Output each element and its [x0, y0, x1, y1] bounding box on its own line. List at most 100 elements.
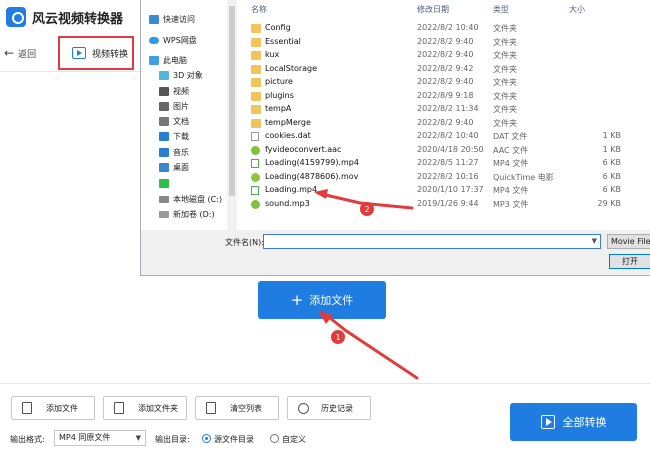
- nav-item-music[interactable]: 音乐: [159, 145, 189, 159]
- file-date: 2022/8/2 9:40: [417, 117, 474, 127]
- tab-video-convert[interactable]: 视频转换: [58, 36, 134, 70]
- file-name: cookies.dat: [265, 131, 311, 140]
- file-name: fyvideoconvert.aac: [265, 144, 342, 154]
- file-date: 2022/8/2 10:40: [417, 23, 479, 32]
- nav-item-pictures[interactable]: 图片: [159, 99, 189, 113]
- file-size: 1 KB: [602, 131, 621, 140]
- file-row[interactable]: tempA 2022/8/2 11:34 文件夹: [237, 103, 650, 117]
- toolbar-label: 添加文件: [46, 403, 78, 413]
- nav-item-videos[interactable]: 视频: [159, 84, 189, 98]
- add-file-button[interactable]: + 添加文件: [258, 281, 386, 319]
- radio-source-dir-label: 源文件目录: [214, 435, 254, 444]
- radio-custom-dir[interactable]: [270, 434, 279, 443]
- file-name: tempMerge: [265, 117, 311, 127]
- nav-item-3d-objects[interactable]: 3D 对象: [159, 68, 203, 82]
- nav-item-label: 图片: [173, 101, 189, 111]
- file-date: 2022/8/2 10:40: [417, 131, 479, 140]
- play-icon: [540, 415, 555, 429]
- toolbar-label: 历史记录: [321, 403, 353, 413]
- nav-item-desktop[interactable]: 桌面: [159, 160, 189, 174]
- disk-icon: [159, 195, 169, 203]
- file-type: 文件夹: [493, 51, 517, 60]
- trash-icon: [206, 402, 216, 414]
- toolbar-add-file-button[interactable]: 添加文件: [11, 396, 95, 420]
- app-name: 风云视频转换器: [32, 11, 124, 27]
- column-header-date[interactable]: 修改日期: [417, 4, 449, 15]
- computer-icon: [149, 55, 159, 65]
- column-header-name[interactable]: 名称: [251, 4, 267, 15]
- file-date: 2022/8/2 9:40: [417, 77, 474, 86]
- file-row[interactable]: Loading.mp4 2020/1/10 17:37 MP4 文件 6 KB: [237, 184, 650, 198]
- file-row[interactable]: sound.mp3 2019/1/26 9:44 MP3 文件 29 KB: [237, 198, 650, 212]
- folder-file-icon: [114, 402, 124, 414]
- file-date: 2022/8/5 11:27: [417, 158, 479, 167]
- file-date: 2020/4/18 20:50: [417, 144, 484, 154]
- output-format-select[interactable]: MP4 同原文件 ▼: [54, 430, 146, 446]
- nav-item-volume-d[interactable]: 新加卷 (D:): [159, 207, 215, 221]
- back-button[interactable]: ← 返回: [4, 46, 36, 60]
- file-row[interactable]: LocalStorage 2022/8/2 9:42 文件夹: [237, 63, 650, 77]
- file-type-filter[interactable]: Movie Files: [607, 234, 650, 249]
- nav-item-label: 3D 对象: [173, 70, 203, 80]
- nav-item-label: 本地磁盘 (C:): [173, 194, 223, 204]
- folder-icon: [251, 118, 261, 128]
- file-type: 文件夹: [493, 118, 517, 128]
- nav-item-quick-access[interactable]: 快速访问: [149, 12, 195, 26]
- clock-icon: [298, 402, 309, 414]
- file-row[interactable]: Loading(4878606).mov 2022/8/2 10:16 QuickT…: [237, 171, 650, 185]
- nav-item-label: 文档: [173, 116, 189, 126]
- nav-item-green-app[interactable]: [159, 176, 173, 190]
- nav-scrollbar-thumb[interactable]: [229, 6, 235, 196]
- nav-item-local-disk-c[interactable]: 本地磁盘 (C:): [159, 192, 222, 206]
- column-header-type[interactable]: 类型: [493, 4, 509, 15]
- cloud-icon: [149, 36, 159, 44]
- file-icon: [251, 132, 259, 141]
- nav-item-label: 视频: [173, 86, 189, 96]
- filename-input[interactable]: ▼: [263, 234, 601, 249]
- convert-all-button[interactable]: 全部转换: [510, 403, 637, 441]
- chevron-down-icon[interactable]: ▼: [592, 237, 597, 245]
- file-row[interactable]: Config 2022/8/2 10:40 文件夹: [237, 22, 650, 36]
- app-title-bar: 风云视频转换器: [0, 0, 140, 34]
- nav-item-this-pc[interactable]: 此电脑: [149, 53, 187, 67]
- quicktime-file-icon: [251, 172, 260, 182]
- file-date: 2022/8/2 10:16: [417, 171, 479, 181]
- file-row[interactable]: fyvideoconvert.aac 2020/4/18 20:50 AAC 文件 1…: [237, 144, 650, 158]
- toolbar-history-button[interactable]: 历史记录: [287, 396, 371, 420]
- nav-item-downloads[interactable]: 下载: [159, 129, 189, 143]
- folder-icon: [251, 78, 261, 87]
- folder-icon: [251, 51, 261, 60]
- chevron-down-icon: ▼: [135, 434, 141, 442]
- file-date: 2022/8/2 9:40: [417, 50, 474, 59]
- file-row[interactable]: plugins 2022/8/9 9:18 文件夹: [237, 90, 650, 104]
- file-name: Config: [265, 23, 291, 32]
- open-button[interactable]: 打开(O): [609, 254, 650, 269]
- nav-item-label: 新加卷 (D:): [173, 209, 215, 219]
- annotation-number: 1: [335, 333, 340, 342]
- toolbar-add-folder-button[interactable]: 添加文件夹: [103, 396, 187, 420]
- add-file-label: 添加文件: [309, 294, 354, 307]
- toolbar-clear-list-button[interactable]: 清空列表: [195, 396, 279, 420]
- file-date: 2022/8/9 9:18: [417, 90, 474, 100]
- nav-item-wps-cloud[interactable]: WPS网盘: [149, 33, 197, 47]
- file-row[interactable]: picture 2022/8/2 9:40 文件夹: [237, 76, 650, 90]
- file-size: 6 KB: [602, 158, 621, 167]
- file-open-dialog: 快速访问 WPS网盘 此电脑 3D 对象 视频 图片 文档 下载 音乐 桌面 本…: [140, 0, 650, 276]
- radio-source-dir[interactable]: [202, 434, 211, 443]
- column-header-size[interactable]: 大小: [569, 4, 585, 15]
- file-type: 文件夹: [493, 78, 517, 87]
- file-row[interactable]: kux 2022/8/2 9:40 文件夹: [237, 49, 650, 63]
- nav-item-label: 快速访问: [163, 14, 195, 24]
- folder-icon: [251, 24, 261, 33]
- file-row[interactable]: tempMerge 2022/8/2 9:40 文件夹: [237, 117, 650, 131]
- back-label: 返回: [18, 49, 37, 60]
- file-row[interactable]: Loading(4159799).mp4 2022/8/5 11:27 MP4 文件…: [237, 157, 650, 171]
- file-row[interactable]: cookies.dat 2022/8/2 10:40 DAT 文件 1 KB: [237, 130, 650, 144]
- file-icon: [22, 402, 32, 414]
- file-date: 2022/8/2 11:34: [417, 104, 479, 113]
- file-row[interactable]: Essential 2022/8/2 9:40 文件夹: [237, 36, 650, 50]
- audio-file-icon: [251, 199, 260, 209]
- file-type: 文件夹: [493, 37, 517, 47]
- file-name: LocalStorage: [265, 63, 318, 73]
- nav-item-documents[interactable]: 文档: [159, 114, 189, 128]
